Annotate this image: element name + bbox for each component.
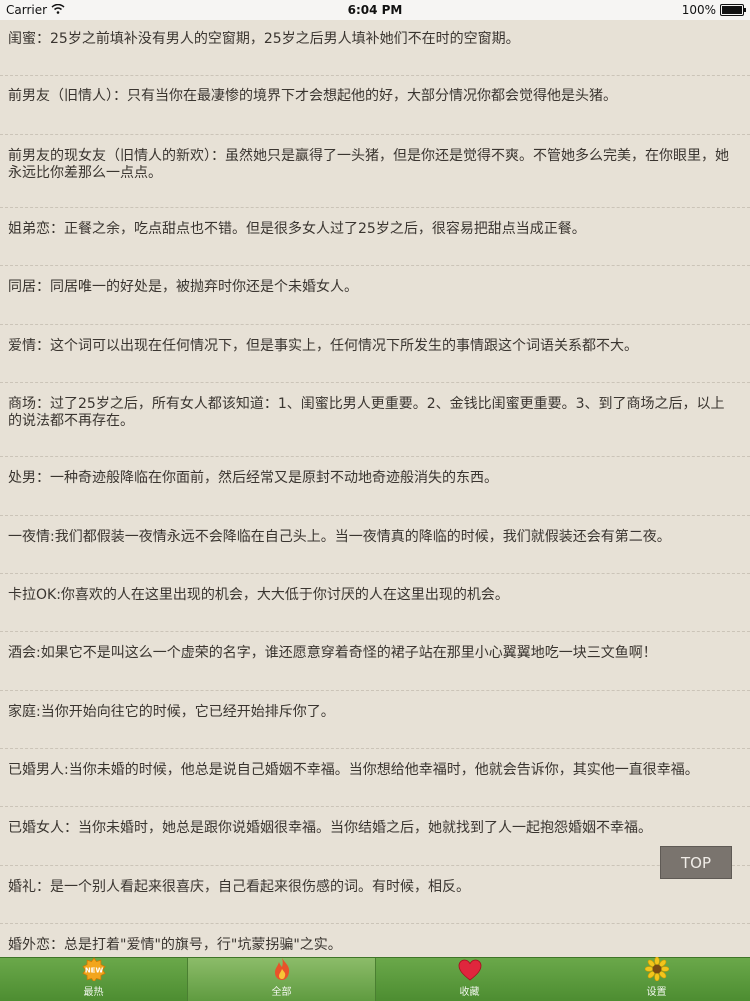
list-item[interactable]: 姐弟恋：正餐之余，吃点甜点也不错。但是很多女人过了25岁之后，很容易把甜点当成正… [0,208,750,266]
list-item[interactable]: 爱情：这个词可以出现在任何情况下，但是事实上，任何情况下所发生的事情跟这个词语关… [0,325,750,383]
entry-text: 一夜情:我们都假装一夜情永远不会降临在自己头上。当一夜情真的降临的时候，我们就假… [8,529,671,545]
entry-text: 爱情：这个词可以出现在任何情况下，但是事实上，任何情况下所发生的事情跟这个词语关… [8,338,638,354]
entry-text: 姐弟恋：正餐之余，吃点甜点也不错。但是很多女人过了25岁之后，很容易把甜点当成正… [8,221,586,237]
tab-all[interactable]: 全部 [187,958,376,1001]
entry-text: 婚礼：是一个别人看起来很喜庆，自己看起来很伤感的词。有时候，相反。 [8,879,470,895]
list-item[interactable]: 婚礼：是一个别人看起来很喜庆，自己看起来很伤感的词。有时候，相反。 [0,866,750,924]
list-item[interactable]: 家庭:当你开始向往它的时候，它已经开始排斥你了。 [0,691,750,749]
entry-text: 同居：同居唯一的好处是，被抛弃时你还是个未婚女人。 [8,279,358,295]
entry-text: 酒会:如果它不是叫这么一个虚荣的名字，谁还愿意穿着奇怪的裙子站在那里小心翼翼地吃… [8,645,657,661]
list-item[interactable]: 前男友的现女友（旧情人的新欢）：虽然她只是赢得了一头猪，但是你还是觉得不爽。不管… [0,135,750,208]
entry-text: 商场：过了25岁之后，所有女人都该知道：1、闺蜜比男人更重要。2、金钱比闺蜜更重… [8,396,725,429]
status-bar: Carrier 6:04 PM 100% [0,0,750,20]
list-item[interactable]: 已婚男人:当你未婚的时候，他总是说自己婚姻不幸福。当你想给他幸福时，他就会告诉你… [0,749,750,807]
entry-text: 前男友的现女友（旧情人的新欢）：虽然她只是赢得了一头猪，但是你还是觉得不爽。不管… [8,148,729,181]
list-item[interactable]: 商场：过了25岁之后，所有女人都该知道：1、闺蜜比男人更重要。2、金钱比闺蜜更重… [0,383,750,457]
list-item[interactable]: 闺蜜：25岁之前填补没有男人的空窗期，25岁之后男人填补她们不在时的空窗期。 [0,20,750,76]
svg-text:NEW: NEW [84,967,103,975]
tab-label: 最热 [83,987,104,998]
list-item[interactable]: 前男友（旧情人）：只有当你在最凄惨的境界下才会想起他的好，大部分情况你都会觉得他… [0,76,750,135]
list-item[interactable]: 同居：同居唯一的好处是，被抛弃时你还是个未婚女人。 [0,266,750,325]
entry-text: 已婚男人:当你未婚的时候，他总是说自己婚姻不幸福。当你想给他幸福时，他就会告诉你… [8,762,699,778]
list-item[interactable]: 卡拉OK:你喜欢的人在这里出现的机会，大大低于你讨厌的人在这里出现的机会。 [0,574,750,632]
new-badge-icon: NEW [81,957,106,981]
list-item[interactable]: 处男：一种奇迹般降临在你面前，然后经常又是原封不动地奇迹般消失的东西。 [0,457,750,516]
list-item[interactable]: 一夜情:我们都假装一夜情永远不会降临在自己头上。当一夜情真的降临的时候，我们就假… [0,516,750,574]
clock: 6:04 PM [347,3,403,17]
list-item[interactable]: 已婚女人：当你未婚时，她总是跟你说婚姻很幸福。当你结婚之后，她就找到了人一起抱怨… [0,807,750,866]
battery-icon [720,4,746,16]
entry-list[interactable]: 闺蜜：25岁之前填补没有男人的空窗期，25岁之后男人填补她们不在时的空窗期。 前… [0,20,750,957]
entry-text: 已婚女人：当你未婚时，她总是跟你说婚姻很幸福。当你结婚之后，她就找到了人一起抱怨… [8,820,652,836]
tab-label: 全部 [271,987,292,998]
entry-text: 处男：一种奇迹般降临在你面前，然后经常又是原封不动地奇迹般消失的东西。 [8,470,498,486]
tab-bar: NEW 最热 全部 收藏 设置 [0,957,750,1001]
scroll-top-button[interactable]: TOP [660,846,732,879]
heart-icon [458,958,482,981]
entry-text: 家庭:当你开始向往它的时候，它已经开始排斥你了。 [8,704,335,720]
tab-favorites[interactable]: 收藏 [376,958,563,1001]
list-item[interactable]: 酒会:如果它不是叫这么一个虚荣的名字，谁还愿意穿着奇怪的裙子站在那里小心翼翼地吃… [0,632,750,691]
tab-label: 设置 [646,987,667,998]
list-item[interactable]: 婚外恋：总是打着"爱情"的旗号，行"坑蒙拐骗"之实。 [0,924,750,957]
battery-percent: 100% [681,3,716,17]
entry-text: 卡拉OK:你喜欢的人在这里出现的机会，大大低于你讨厌的人在这里出现的机会。 [8,587,509,603]
status-right: 100% [681,3,746,17]
tab-settings[interactable]: 设置 [563,957,750,1001]
entry-text: 婚外恋：总是打着"爱情"的旗号，行"坑蒙拐骗"之实。 [8,937,342,953]
flame-icon [270,957,294,981]
tab-hot[interactable]: NEW 最热 [0,957,187,1001]
entry-text: 闺蜜：25岁之前填补没有男人的空窗期，25岁之后男人填补她们不在时的空窗期。 [8,31,520,47]
tab-label: 收藏 [459,987,480,998]
sunflower-icon [644,957,669,981]
entry-text: 前男友（旧情人）：只有当你在最凄惨的境界下才会想起他的好，大部分情况你都会觉得他… [8,88,617,104]
